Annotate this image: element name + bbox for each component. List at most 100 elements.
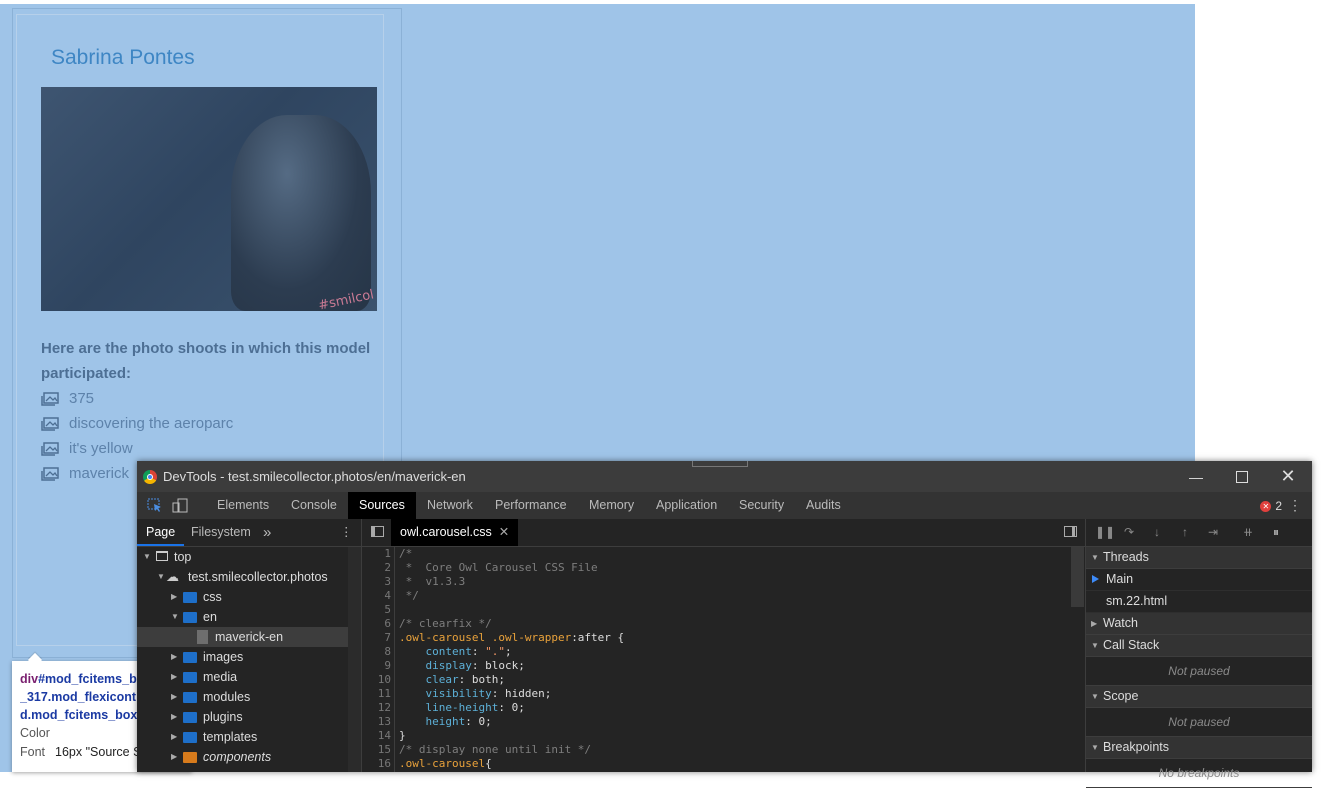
code-token: display [425,659,472,672]
tab-page[interactable]: Page [137,519,185,546]
tree-item[interactable]: ▶ modules [137,687,348,707]
tab-performance[interactable]: Performance [484,492,578,519]
device-toolbar-icon[interactable] [172,498,188,513]
tree-item[interactable]: ▼ en [137,607,348,627]
editor-scrollbar[interactable] [1071,547,1084,607]
line-number[interactable]: 11 [362,687,391,701]
threads-section[interactable]: ▼ Threads [1086,547,1312,569]
line-number[interactable]: 9 [362,659,391,673]
tab-network[interactable]: Network [416,492,484,519]
deactivate-breakpoints-icon[interactable]: ⧺ [1241,526,1255,539]
resize-handle[interactable] [692,461,748,467]
line-number[interactable]: 10 [362,673,391,687]
thread-sm22[interactable]: sm.22.html [1086,591,1312,613]
chrome-logo-icon [143,470,157,484]
tree-item[interactable]: ▶ plugins [137,707,348,727]
line-number[interactable]: 2 [362,561,391,575]
maximize-icon[interactable] [1219,461,1265,492]
step-into-icon[interactable]: ↓ [1150,526,1164,539]
current-thread-arrow-icon [1092,575,1099,583]
code-line: 6 /* clearfix */ [362,617,1085,631]
line-number[interactable]: 14 [362,729,391,743]
devtools-titlebar[interactable]: DevTools - test.smilecollector.photos/en… [137,461,1312,492]
code-line: 1 /* [362,547,1085,561]
tab-sources[interactable]: Sources [348,492,416,519]
tree-item[interactable]: ▼ ☁ test.smilecollector.photos [137,567,348,587]
model-name-heading[interactable]: Sabrina Pontes [51,46,195,70]
line-number[interactable]: 12 [362,701,391,715]
line-number[interactable]: 16 [362,757,391,771]
code-line: 12 line-height: 0; [362,701,1085,715]
line-number[interactable]: 7 [362,631,391,645]
watch-section[interactable]: ▶ Watch [1086,613,1312,635]
code-line: 5 [362,603,1085,617]
error-count: 2 [1275,499,1282,513]
pause-icon[interactable]: ❚❚ [1095,526,1115,539]
tree-item[interactable]: ▶ images [137,647,348,667]
expanded-triangle-icon: ▼ [171,612,179,621]
tab-elements[interactable]: Elements [206,492,280,519]
tab-filesystem[interactable]: Filesystem [191,519,251,546]
tree-item-label: media [203,670,238,684]
tree-item-label: plugins [203,710,243,724]
toggle-debugger-icon[interactable] [1064,526,1077,537]
line-number[interactable]: 6 [362,617,391,631]
code-token: height [425,715,466,728]
tree-item[interactable]: ▼ top [137,547,348,567]
tab-security[interactable]: Security [728,492,795,519]
pause-on-exceptions-icon[interactable]: ⏸ [1269,526,1283,539]
more-tabs-icon[interactable]: » [263,519,271,546]
navigator-scrollbar[interactable] [348,547,361,772]
line-number[interactable]: 3 [362,575,391,589]
tree-item[interactable]: ▶ css [137,587,348,607]
folder-icon [183,652,197,663]
line-number[interactable]: 15 [362,743,391,757]
code-token: : block; [471,659,525,672]
callstack-section[interactable]: ▼ Call Stack [1086,635,1312,657]
close-icon[interactable]: ✕ [1265,461,1311,492]
tab-audits[interactable]: Audits [795,492,852,519]
tree-item[interactable]: ▶ components [137,747,348,767]
toggle-navigator-icon[interactable] [371,526,384,537]
tree-item[interactable]: maverick-en [137,627,348,647]
line-number[interactable]: 8 [362,645,391,659]
tree-item[interactable]: ▶ templates [137,727,348,747]
line-number[interactable]: 5 [362,603,391,617]
line-number[interactable]: 4 [362,589,391,603]
code-line: 15 /* display none until init */ [362,743,1085,757]
tree-item-label: maverick-en [215,630,284,644]
code-content[interactable]: 1/* 2 * Core Owl Carousel CSS File 3 * v1.… [362,547,1085,771]
tab-application[interactable]: Application [645,492,728,519]
editor-tab-file[interactable]: owl.carousel.css ✕ [391,519,519,546]
tooltip-selector-line2: _317.mod_flexicont [20,690,137,704]
navigator-menu-icon[interactable]: ⋮ [340,519,353,546]
step-out-icon[interactable]: ↑ [1178,526,1192,539]
line-number[interactable]: 13 [362,715,391,729]
callstack-empty: Not paused [1086,657,1312,686]
step-over-icon[interactable]: ↷ [1122,526,1136,539]
close-tab-icon[interactable]: ✕ [499,525,509,539]
tab-console[interactable]: Console [280,492,348,519]
image-icon [41,466,59,481]
scope-section[interactable]: ▼ Scope [1086,686,1312,708]
customize-menu-icon[interactable]: ⋮ [1288,498,1302,512]
breakpoints-section[interactable]: ▼ Breakpoints [1086,737,1312,759]
error-counter[interactable]: ✕ 2 [1260,499,1282,513]
code-token: * v1.3.3 [399,575,466,588]
photo-shoot-link[interactable]: it's yellow [41,436,233,461]
collapsed-triangle-icon: ▶ [171,672,178,681]
line-number[interactable]: 1 [362,547,391,561]
model-photo[interactable]: #smilcol [41,87,377,311]
folder-icon [183,732,197,743]
tab-memory[interactable]: Memory [578,492,645,519]
thread-main[interactable]: Main [1086,569,1312,591]
step-icon[interactable]: ⇥ [1206,526,1220,539]
photo-shoot-link[interactable]: 375 [41,386,233,411]
tree-item[interactable]: ▶ media [137,667,348,687]
photo-shoot-link[interactable]: discovering the aeroparc [41,411,233,436]
scope-empty: Not paused [1086,708,1312,737]
minimize-icon[interactable]: — [1173,461,1219,492]
code-token: * Core Owl Carousel CSS File [399,561,598,574]
watch-label: Watch [1103,616,1138,630]
inspect-element-icon[interactable] [147,498,163,513]
